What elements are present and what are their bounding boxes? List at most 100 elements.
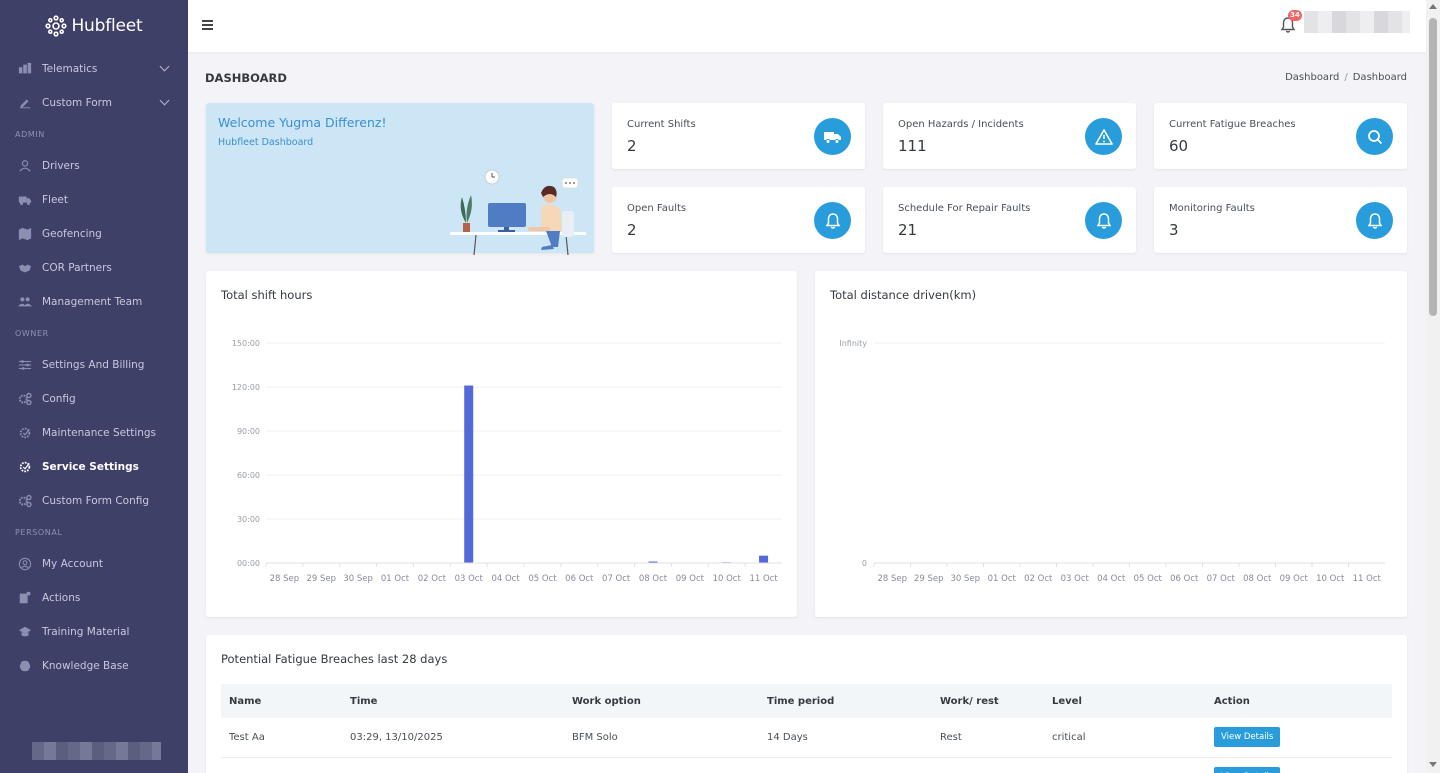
x-tick-label: 07 Oct [1207,574,1236,584]
fatigue-table: Name Time Work option Time period Work/ rest… [221,684,1392,773]
sidebar-item-label: Custom Form Config [42,495,150,507]
x-tick-label: 29 Sep [914,574,944,584]
sidebar-item-label: Training Material [42,626,130,638]
sidebar-item-label: Geofencing [42,228,102,240]
stat-label: Schedule For Repair Faults [898,203,1031,214]
x-tick-label: 05 Oct [1134,574,1163,584]
sidebar-item-maintenance-settings[interactable]: Maintenance Settings [0,416,188,450]
stat-card-open-faults[interactable]: Open Faults 2 [612,187,865,253]
sidebar-item-service-settings[interactable]: Service Settings [0,450,188,484]
sidebar-item-training-material[interactable]: Training Material [0,615,188,649]
scrollbar-thumb[interactable] [1429,18,1437,316]
cell-name: Test Aa [221,718,342,758]
sidebar-item-drivers[interactable]: Drivers [0,149,188,183]
y-tick-label: 00:00 [237,559,260,568]
cell-action: View Details [1206,718,1392,758]
brand-logo[interactable]: Hubfleet [0,0,188,52]
sidebar-section-title: ADMIN [15,130,45,139]
stat-card-monitoring-faults[interactable]: Monitoring Faults 3 [1154,187,1407,253]
sidebar-item-custom-form-config[interactable]: Custom Form Config [0,484,188,518]
sidebar-item-knowledge-base[interactable]: Knowledge Base [0,649,188,683]
cell-time-period [759,757,932,773]
sidebar-item-label: Custom Form [42,97,113,109]
search-icon [1356,118,1393,155]
x-tick-label: 28 Sep [877,574,907,584]
y-tick-label: 90:00 [237,427,260,436]
service-icon [17,460,33,474]
maintenance-icon [17,426,33,440]
sidebar-item-cor-partners[interactable]: COR Partners [0,251,188,285]
y-tick-label: 0 [862,559,867,568]
telematics-icon [17,62,33,76]
sliders-icon [17,358,33,372]
sidebar-item-fleet[interactable]: Fleet [0,183,188,217]
sidebar-section-title: PERSONAL [15,528,63,537]
stat-label: Current Fatigue Breaches [1169,119,1296,130]
bar[interactable] [464,385,474,563]
column-header: Action [1214,695,1250,707]
sidebar-item-label: Service Settings [42,461,139,473]
stat-label: Open Faults [627,203,687,214]
column-header: Work/ rest [940,695,999,707]
page-scrollbar[interactable] [1426,0,1440,773]
sidebar-item-label: Telematics [42,63,98,75]
column-header: Time [350,695,378,707]
stat-value: 60 [1169,137,1189,155]
x-tick-label: 04 Oct [491,574,520,584]
stat-card-current-shifts[interactable]: Current Shifts 2 [612,103,865,169]
sidebar-item-custom-form[interactable]: Custom Form [0,86,188,120]
x-tick-label: 10 Oct [1316,574,1345,584]
sidebar-menu: Telematics Custom Form ADMIN Drivers Fleet Ge… [0,52,188,683]
bell-icon [1085,202,1122,239]
sidebar-item-management-team[interactable]: Management Team [0,285,188,319]
bar[interactable] [759,555,769,563]
bell-icon [1356,202,1393,239]
graduation-icon [17,625,33,639]
x-tick-label: 10 Oct [713,574,742,584]
sidebar-item-telematics[interactable]: Telematics [0,52,188,86]
x-tick-label: 04 Oct [1097,574,1126,584]
y-tick-label: 150:00 [232,339,260,348]
user-profile-blurred[interactable] [1304,11,1410,33]
welcome-title: Welcome Yugma Differenz! [218,115,387,130]
custom-form-icon [17,96,33,110]
cell-work-rest [932,757,1044,773]
stat-card-schedule-for-repair-faults[interactable]: Schedule For Repair Faults 21 [883,187,1136,253]
scroll-down-icon[interactable] [1429,762,1437,767]
fatigue-breaches-card: Potential Fatigue Breaches last 28 days … [206,635,1407,773]
sidebar-section-title: OWNER [15,329,49,338]
cell-work-rest: Rest [932,718,1044,758]
stat-card-open-hazards-incidents[interactable]: Open Hazards / Incidents 111 [883,103,1136,169]
cell-time: 03:29, 13/10/2025 [342,718,564,758]
shift-hours-svg: 00:00 30:00 60:00 90:00 120:00 150:00 28 Sep 29… [232,339,782,584]
x-tick-label: 02 Oct [418,574,447,584]
x-tick-label: 30 Sep [343,574,373,584]
table-header-row: Name Time Work option Time period Work/ rest… [221,684,1392,718]
view-details-button[interactable]: View Details [1214,727,1281,748]
menu-toggle-icon[interactable] [202,20,213,30]
breadcrumb-item[interactable]: Dashboard [1285,72,1339,83]
sidebar-item-label: Management Team [42,296,143,308]
scroll-up-icon[interactable] [1429,4,1437,9]
table-row: View Details [221,757,1392,773]
sidebar-item-geofencing[interactable]: Geofencing [0,217,188,251]
users-icon [17,295,33,309]
x-tick-label: 08 Oct [639,574,668,584]
distance-svg: 0 Infinity 28 Sep 29 Sep 30 Sep 01 Oct 02 Oct 0… [839,339,1385,584]
sidebar-user-blurred[interactable] [32,742,161,760]
view-details-button[interactable]: View Details [1214,766,1281,773]
stat-value: 21 [898,221,918,239]
map-icon [17,227,33,241]
x-tick-label: 06 Oct [565,574,594,584]
stat-label: Open Hazards / Incidents [898,119,1024,130]
sidebar-item-label: Drivers [42,160,80,172]
stat-card-current-fatigue-breaches[interactable]: Current Fatigue Breaches 60 [1154,103,1407,169]
distance-chart: Total distance driven(km) 0 Infinity 28 Se… [815,271,1407,617]
sidebar-item-my-account[interactable]: My Account [0,547,188,581]
sidebar-item-settings-and-billing[interactable]: Settings And Billing [0,348,188,382]
x-tick-label: 09 Oct [676,574,705,584]
column-header: Name [229,695,262,707]
sidebar-item-config[interactable]: Config [0,382,188,416]
cell-work-option [564,757,759,773]
sidebar-item-actions[interactable]: Actions [0,581,188,615]
